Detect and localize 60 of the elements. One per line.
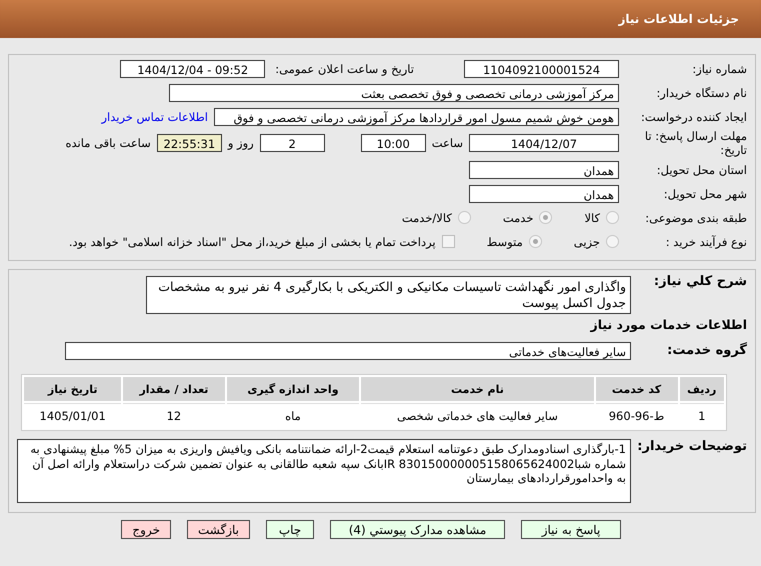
option-label: کالا xyxy=(584,210,600,224)
treasury-note: پرداخت تمام یا بخشی از مبلغ خرید،از محل "اسناد خزانه اسلامی" خواهد بود. xyxy=(68,234,436,248)
remaining-time-field: 22:55:31 xyxy=(156,134,222,152)
field-label: استان محل تحویل: xyxy=(656,162,747,176)
field-label: طبقه بندی موضوعی: xyxy=(644,210,747,224)
column-header: واحد اندازه گیری xyxy=(226,377,360,401)
buyer-contact-link[interactable]: اطلاعات تماس خریدار xyxy=(101,110,208,124)
need-number-field: 1104092100001524 xyxy=(464,60,619,78)
column-header: نام خدمت xyxy=(361,377,594,401)
action-button[interactable]: خروج xyxy=(121,520,171,539)
field-label: توضیحات خریدار: xyxy=(637,439,747,454)
time-label: ساعت xyxy=(432,136,463,150)
action-button[interactable]: مشاهده مدارک پیوستي (4) xyxy=(330,520,505,539)
column-header: کد خدمت xyxy=(596,377,678,401)
option-label: جزیی xyxy=(574,234,600,248)
announce-date-field: 1404/12/04 - 09:52 xyxy=(120,60,266,78)
field-label: نوع فرآیند خرید : xyxy=(664,234,747,248)
table-cell: 1 xyxy=(680,403,724,428)
field-label: شرح کلي نياز: xyxy=(652,274,747,289)
field-label: شهر محل تحویل: xyxy=(662,186,747,200)
field-label: شماره نیاز: xyxy=(691,62,747,76)
deadline-date-field: 1404/12/07 xyxy=(469,134,619,152)
days-field: 2 xyxy=(260,134,325,152)
field-label: نام دستگاه خریدار: xyxy=(655,86,747,100)
deadline-time-field: 10:00 xyxy=(360,134,426,152)
province-field: همدان xyxy=(469,160,619,178)
column-header: تعداد / مقدار xyxy=(123,377,225,401)
radio-button[interactable] xyxy=(539,211,552,224)
days-label: روز و xyxy=(228,136,254,150)
service-group-field: سایر فعالیت‌های خدماتی xyxy=(65,342,631,360)
radio-button[interactable] xyxy=(458,211,471,224)
option-label: کالا/خدمت xyxy=(402,210,452,224)
field-label: مهلت ارسال پاسخ: تا تاریخ: xyxy=(644,129,747,157)
description-textarea: واگذاری امور نگهداشت تاسیسات مکانیکی و الکتریکی با بکارگیری 4 نفر نیرو به مشخصات جدول اکسل پیوست xyxy=(146,276,631,314)
action-button[interactable]: بازگشت xyxy=(187,520,250,539)
field-label: گروه خدمت: xyxy=(666,343,747,358)
buyer-org-field: مرکز آموزشی درمانی تخصصی و فوق تخصصی بعثت xyxy=(169,84,619,102)
section-heading: اطلاعات خدمات مورد نیاز xyxy=(590,317,747,332)
city-field: همدان xyxy=(469,184,619,202)
checkbox[interactable] xyxy=(442,235,455,248)
table-cell: ط-96-960 xyxy=(596,403,678,428)
option-label: خدمت xyxy=(502,210,534,224)
action-button[interactable]: پاسخ به نیاز xyxy=(521,520,621,539)
table-cell: 12 xyxy=(123,403,225,428)
action-button[interactable]: چاپ xyxy=(266,520,314,539)
radio-button[interactable] xyxy=(606,211,619,224)
column-header: ردیف xyxy=(680,377,724,401)
column-header: تاریخ نیاز xyxy=(24,377,122,401)
radio-button[interactable] xyxy=(606,235,619,248)
table-cell: 1405/01/01 xyxy=(24,403,122,428)
field-label: ایجاد کننده درخواست: xyxy=(640,110,747,124)
remaining-label: ساعت باقی مانده xyxy=(66,136,151,150)
table-cell: سایر فعالیت های خدماتی شخصی xyxy=(361,403,594,428)
table-cell: ماه xyxy=(226,403,360,428)
page-title: جزئیات اطلاعات نیاز xyxy=(618,12,739,26)
option-label: متوسط xyxy=(486,234,523,248)
field-label: تاریخ و ساعت اعلان عمومی: xyxy=(275,62,414,76)
requester-field: هومن خوش شمیم مسول امور قراردادها مرکز آموزشی درمانی تخصصی و فوق xyxy=(214,108,619,126)
radio-button[interactable] xyxy=(528,235,542,248)
buyer-notes-textarea: 1-بارگذاری اسنادومدارک طبق دعوتنامه استعلام قیمت2-ارائه ضمانتنامه بانکی ویافیش واریزی به میزان 5% مبلغ پیشنهادی به شماره شباIR 830150000005158065624002بانک سپه شعبه طالقانی به عنوان تضمین شرکت دراستعلام وارائه اصل آن به واحدامورقراردادهای بیمارستان xyxy=(17,439,631,503)
